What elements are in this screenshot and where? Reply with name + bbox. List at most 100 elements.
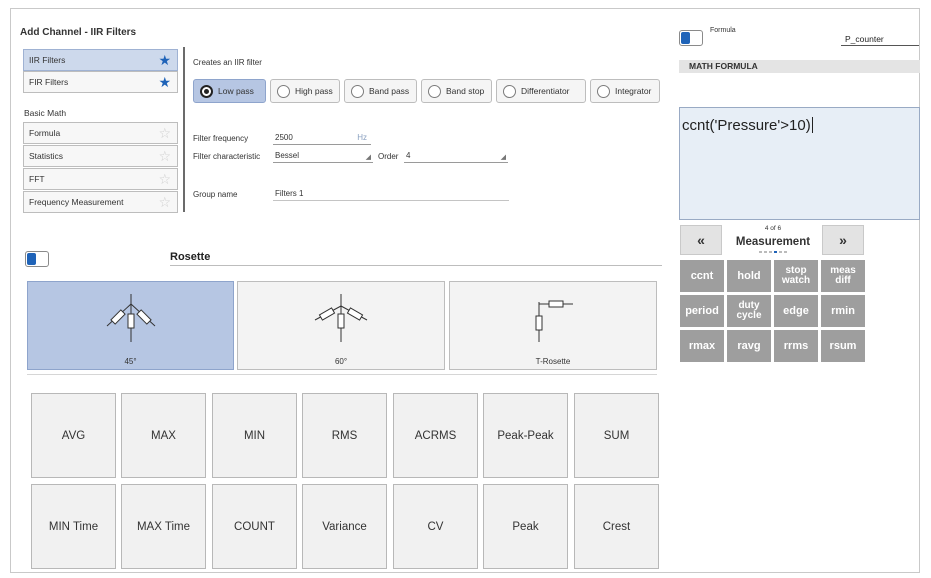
next-page-button[interactable]: » <box>822 225 864 255</box>
star-outline-icon[interactable]: ☆ <box>158 194 171 210</box>
filter-type-high-pass[interactable]: High pass <box>270 79 340 103</box>
math-button-rsum[interactable]: rsum <box>821 330 865 362</box>
function-button-min[interactable]: MIN <box>212 393 297 478</box>
star-filled-icon[interactable]: ★ <box>158 74 171 90</box>
math-button-edge[interactable]: edge <box>774 295 818 327</box>
star-filled-icon[interactable]: ★ <box>158 52 171 68</box>
math-button-stop-watch[interactable]: stop watch <box>774 260 818 292</box>
text-cursor <box>811 117 813 133</box>
filter-frequency-input[interactable]: 2500 Hz <box>273 133 371 145</box>
channel-name-input[interactable]: P_counter <box>841 34 919 46</box>
math-button-period[interactable]: period <box>680 295 724 327</box>
math-button-label: meas diff <box>830 266 856 286</box>
star-outline-icon[interactable]: ☆ <box>158 125 171 141</box>
function-button-peak[interactable]: Peak <box>483 484 568 569</box>
filter-type-low-pass[interactable]: Low pass <box>193 79 266 103</box>
pager-category: Measurement <box>735 236 811 248</box>
math-button-label: rmax <box>688 340 716 352</box>
math-button-ravg[interactable]: ravg <box>727 330 771 362</box>
list-item-frequency-measurement[interactable]: Frequency Measurement ☆ <box>23 191 178 213</box>
list-item-iir-filters[interactable]: IIR Filters ★ <box>23 49 178 71</box>
math-button-rmax[interactable]: rmax <box>680 330 724 362</box>
list-item-statistics[interactable]: Statistics ☆ <box>23 145 178 167</box>
pager-position: 4 of 6 <box>764 225 782 232</box>
section-divider <box>27 374 657 375</box>
list-item-label: IIR Filters <box>29 55 66 65</box>
math-button-label: ravg <box>737 340 761 352</box>
list-item-label: FFT <box>29 174 45 184</box>
filter-type-label: Differentiator <box>521 86 570 96</box>
filter-type-band-stop[interactable]: Band stop <box>421 79 492 103</box>
radio-selected-icon <box>200 84 213 98</box>
math-button-hold[interactable]: hold <box>727 260 771 292</box>
math-button-duty-cycle[interactable]: duty cycle <box>727 295 771 327</box>
channel-type-list: IIR Filters ★ FIR Filters ★ Basic Math F… <box>20 47 185 213</box>
math-button-line: diff <box>835 275 851 286</box>
list-item-label: Formula <box>29 128 61 138</box>
group-label-basic-math: Basic Math <box>24 108 67 118</box>
rosette-45-icon <box>106 294 155 342</box>
dropdown-grip-icon: ◢ <box>500 154 506 161</box>
math-button-line: watch <box>781 275 811 286</box>
math-button-label: period <box>685 305 719 317</box>
function-button-variance[interactable]: Variance <box>302 484 387 569</box>
rosette-tile-60[interactable]: 60° <box>237 281 445 370</box>
radio-icon <box>351 84 364 98</box>
radio-icon <box>503 84 516 98</box>
function-button-sum[interactable]: SUM <box>574 393 659 478</box>
filter-type-band-pass[interactable]: Band pass <box>344 79 417 103</box>
math-button-label: rsum <box>829 340 857 352</box>
star-outline-icon[interactable]: ☆ <box>158 171 171 187</box>
star-outline-icon[interactable]: ☆ <box>158 148 171 164</box>
function-button-min-time[interactable]: MIN Time <box>31 484 116 569</box>
function-button-max-time[interactable]: MAX Time <box>121 484 206 569</box>
pager-dot <box>784 251 787 253</box>
function-button-cv[interactable]: CV <box>393 484 478 569</box>
order-select[interactable]: 4 ◢ <box>404 151 508 163</box>
pager-dot <box>764 251 767 253</box>
function-button-crest[interactable]: Crest <box>574 484 659 569</box>
filter-characteristic-label: Filter characteristic <box>193 152 261 161</box>
formula-expression: ccnt('Pressure'>10) <box>682 117 811 134</box>
formula-toggle[interactable] <box>679 30 703 46</box>
math-button-label: hold <box>737 270 761 282</box>
prev-page-button[interactable]: « <box>680 225 722 255</box>
function-button-max[interactable]: MAX <box>121 393 206 478</box>
list-item-fir-filters[interactable]: FIR Filters ★ <box>23 71 178 93</box>
function-button-acrms[interactable]: ACRMS <box>393 393 478 478</box>
list-item-fft[interactable]: FFT ☆ <box>23 168 178 190</box>
math-button-meas-diff[interactable]: meas diff <box>821 260 865 292</box>
filter-type-differentiator[interactable]: Differentiator <box>496 79 586 103</box>
math-button-label: ccnt <box>690 270 714 282</box>
rosette-60-icon <box>314 294 368 342</box>
rosette-tile-t[interactable]: T-Rosette <box>449 281 657 370</box>
math-button-rrms[interactable]: rrms <box>774 330 818 362</box>
radio-icon <box>428 84 441 98</box>
formula-editor[interactable]: ccnt('Pressure'>10) <box>679 107 920 220</box>
list-item-label: Statistics <box>29 151 64 161</box>
pager-dot-active <box>774 251 777 253</box>
order-value: 4 <box>406 151 411 160</box>
pager-dots <box>758 251 788 255</box>
function-button-peak-peak[interactable]: Peak-Peak <box>483 393 568 478</box>
function-button-rms[interactable]: RMS <box>302 393 387 478</box>
rosette-tile-45[interactable]: 45° <box>27 281 234 370</box>
group-name-input[interactable]: Filters 1 <box>273 189 509 201</box>
rosette-tile-label: 60° <box>334 357 348 366</box>
math-button-ccnt[interactable]: ccnt <box>680 260 724 292</box>
pager-dot <box>779 251 782 253</box>
function-button-avg[interactable]: AVG <box>31 393 116 478</box>
list-item-formula[interactable]: Formula ☆ <box>23 122 178 144</box>
order-label: Order <box>378 152 399 161</box>
filter-characteristic-select[interactable]: Bessel ◢ <box>273 151 373 163</box>
pager-dot <box>759 251 762 253</box>
rosette-tile-label: T-Rosette <box>535 357 571 366</box>
filter-frequency-label: Filter frequency <box>193 134 249 143</box>
math-button-label: rmin <box>831 305 855 317</box>
rosette-toggle[interactable] <box>25 251 49 267</box>
math-button-rmin[interactable]: rmin <box>821 295 865 327</box>
filter-type-label: Band pass <box>369 86 410 96</box>
filter-type-integrator[interactable]: Integrator <box>590 79 660 103</box>
function-button-count[interactable]: COUNT <box>212 484 297 569</box>
filter-type-label: Band stop <box>446 86 485 96</box>
